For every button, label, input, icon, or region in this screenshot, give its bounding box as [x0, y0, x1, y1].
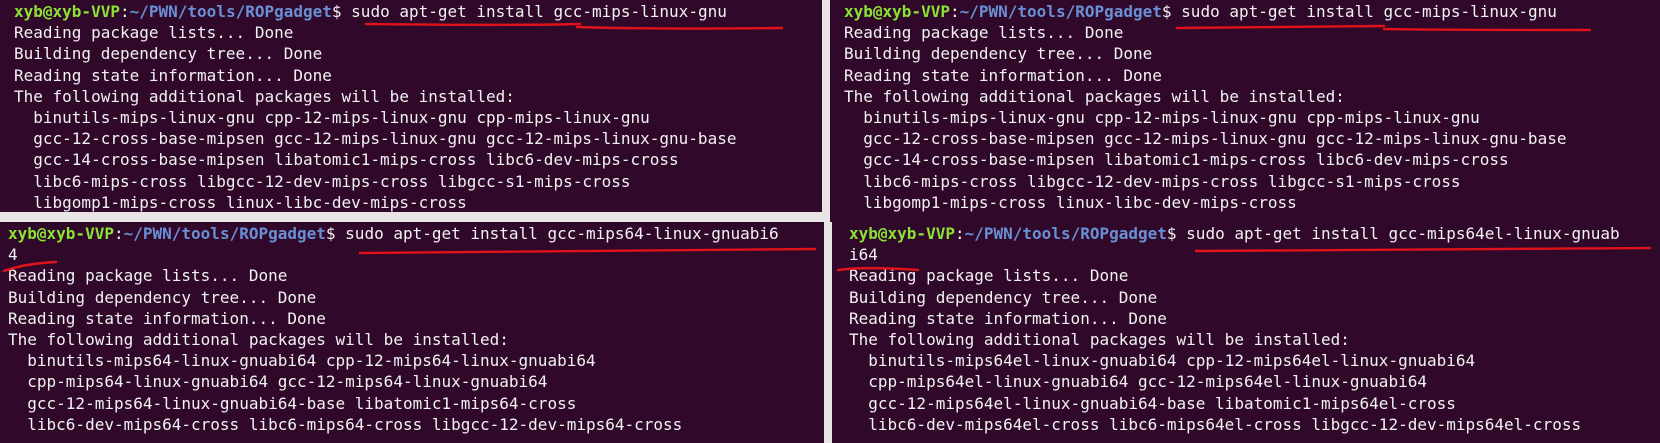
prompt-line: xyb@xyb-VVP:~/PWN/tools/ROPgadget$ sudo … — [849, 223, 1660, 244]
output-line: cpp-mips64el-linux-gnuabi64 gcc-12-mips6… — [849, 372, 1427, 392]
command-wrap-line: 4 — [8, 245, 18, 265]
output-line: Reading state information... Done — [8, 308, 326, 328]
prompt-colon: : — [119, 2, 130, 21]
prompt-dollar: $ — [325, 224, 346, 243]
output-line: cpp-mips64-linux-gnuabi64 gcc-12-mips64-… — [8, 372, 548, 392]
prompt-path: ~/PWN/tools/ROPgadget — [129, 2, 332, 21]
output-line: The following additional packages will b… — [14, 86, 515, 106]
terminal-pane-top-left[interactable]: xyb@xyb-VVP:~/PWN/tools/ROPgadget$ sudo … — [0, 0, 822, 212]
command-text: sudo apt-get install gcc-mips64-linux-gn… — [345, 224, 779, 243]
output-line: gcc-14-cross-base-mipsen libatomic1-mips… — [14, 150, 679, 170]
prompt-line: xyb@xyb-VVP:~/PWN/tools/ROPgadget$ sudo … — [8, 223, 824, 244]
prompt-path: ~/PWN/tools/ROPgadget — [123, 224, 326, 243]
output-line: gcc-14-cross-base-mipsen libatomic1-mips… — [844, 150, 1509, 170]
prompt-userhost: xyb@xyb-VVP — [14, 2, 120, 21]
prompt-colon: : — [954, 224, 965, 243]
terminal-pane-bottom-right[interactable]: xyb@xyb-VVP:~/PWN/tools/ROPgadget$ sudo … — [832, 222, 1660, 443]
output-line: Reading state information... Done — [849, 308, 1167, 328]
output-line: Reading state information... Done — [14, 65, 332, 85]
command-text: sudo apt-get install gcc-mips64el-linux-… — [1186, 224, 1620, 243]
prompt-userhost: xyb@xyb-VVP — [844, 2, 950, 21]
command-text: sudo apt-get install gcc-mips-linux-gnu — [351, 2, 727, 21]
output-line: The following additional packages will b… — [849, 329, 1350, 349]
output-line: Building dependency tree... Done — [844, 44, 1153, 64]
output-line: The following additional packages will b… — [8, 329, 509, 349]
prompt-line: xyb@xyb-VVP:~/PWN/tools/ROPgadget$ sudo … — [14, 1, 822, 22]
output-line: Building dependency tree... Done — [8, 287, 317, 307]
output-line: binutils-mips64el-linux-gnuabi64 cpp-12-… — [849, 351, 1476, 371]
command-text: sudo apt-get install gcc-mips-linux-gnu — [1181, 2, 1557, 21]
prompt-userhost: xyb@xyb-VVP — [849, 224, 955, 243]
prompt-path: ~/PWN/tools/ROPgadget — [959, 2, 1162, 21]
output-line: libgomp1-mips-cross linux-libc-dev-mips-… — [14, 192, 467, 212]
output-line: Building dependency tree... Done — [849, 287, 1158, 307]
output-line: libc6-mips-cross libgcc-12-dev-mips-cros… — [844, 171, 1461, 191]
prompt-dollar: $ — [1166, 224, 1187, 243]
output-line: libgomp1-mips-cross linux-libc-dev-mips-… — [844, 192, 1297, 212]
output-line: gcc-12-cross-base-mipsen gcc-12-mips-lin… — [844, 129, 1567, 149]
output-line: Reading package lists... Done — [14, 23, 294, 43]
output-line: Reading package lists... Done — [844, 23, 1124, 43]
prompt-colon: : — [949, 2, 960, 21]
output-line: libc6-dev-mips64-cross libc6-mips64-cros… — [8, 414, 683, 434]
terminal-pane-bottom-left[interactable]: xyb@xyb-VVP:~/PWN/tools/ROPgadget$ sudo … — [0, 222, 824, 443]
prompt-colon: : — [113, 224, 124, 243]
output-line: gcc-12-mips64-linux-gnuabi64-base libato… — [8, 393, 577, 413]
prompt-path: ~/PWN/tools/ROPgadget — [964, 224, 1167, 243]
output-line: The following additional packages will b… — [844, 86, 1345, 106]
prompt-line: xyb@xyb-VVP:~/PWN/tools/ROPgadget$ sudo … — [844, 1, 1660, 22]
output-line: gcc-12-cross-base-mipsen gcc-12-mips-lin… — [14, 129, 737, 149]
output-line: Reading package lists... Done — [8, 266, 288, 286]
terminal-pane-top-right[interactable]: xyb@xyb-VVP:~/PWN/tools/ROPgadget$ sudo … — [830, 0, 1660, 222]
output-line: Reading package lists... Done — [849, 266, 1129, 286]
output-line: binutils-mips64-linux-gnuabi64 cpp-12-mi… — [8, 351, 596, 371]
output-line: gcc-12-mips64el-linux-gnuabi64-base liba… — [849, 393, 1456, 413]
prompt-userhost: xyb@xyb-VVP — [8, 224, 114, 243]
output-line: libc6-mips-cross libgcc-12-dev-mips-cros… — [14, 171, 631, 191]
prompt-dollar: $ — [1161, 2, 1182, 21]
output-line: binutils-mips-linux-gnu cpp-12-mips-linu… — [14, 107, 650, 127]
output-line: binutils-mips-linux-gnu cpp-12-mips-linu… — [844, 107, 1480, 127]
output-line: Building dependency tree... Done — [14, 44, 323, 64]
prompt-dollar: $ — [331, 2, 352, 21]
output-line: Reading state information... Done — [844, 65, 1162, 85]
command-wrap-line: i64 — [849, 245, 878, 265]
output-line: libc6-dev-mips64el-cross libc6-mips64el-… — [849, 414, 1582, 434]
